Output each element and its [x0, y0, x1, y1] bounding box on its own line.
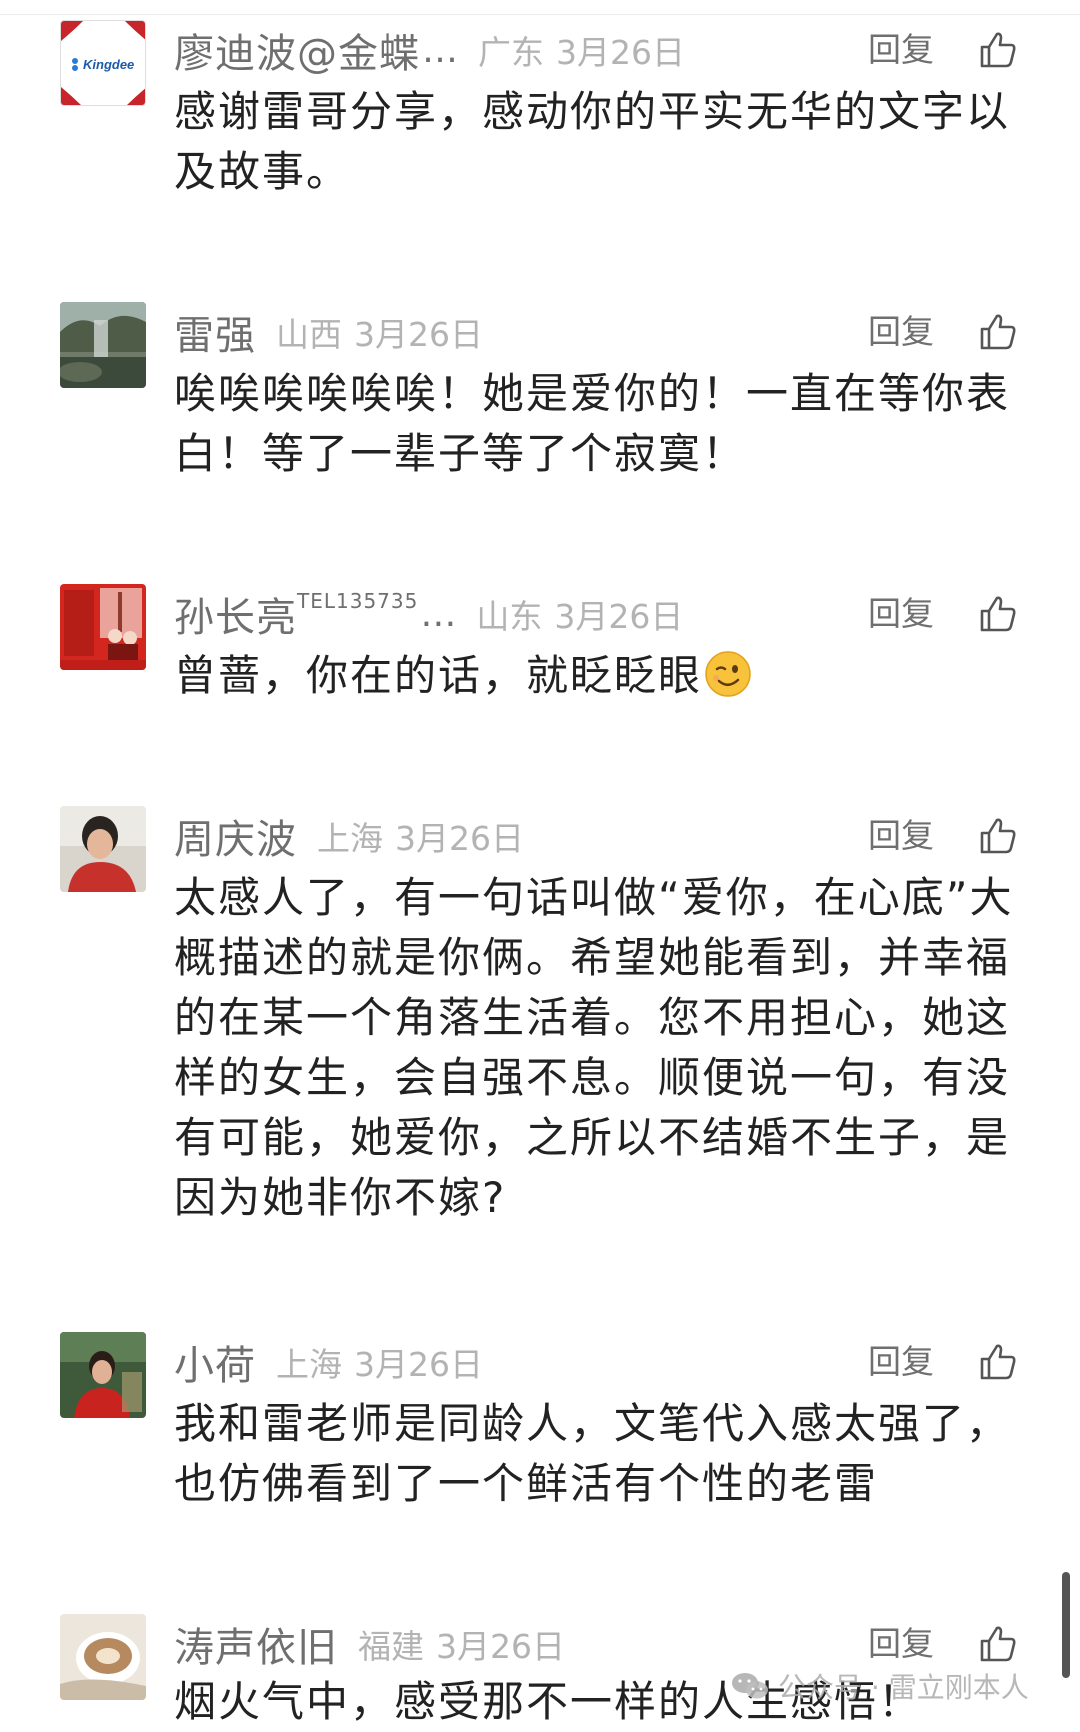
avatar[interactable]	[60, 1614, 146, 1700]
comment-text-content: 曾蔷，你在的话，就眨眨眼	[174, 651, 703, 700]
comment-text: 太感人了，有一句话叫做“爱你，在心底”大概描述的就是你俩。希望她能看到，并幸福的…	[174, 873, 1014, 1222]
thumbs-up-icon[interactable]	[978, 312, 1018, 352]
avatar-text: Kingdee	[83, 57, 134, 72]
reply-button[interactable]: 回复	[868, 806, 934, 866]
comment-meta: 孙长亮TEL135735 … 山东 3月26日	[174, 584, 914, 644]
avatar[interactable]	[60, 584, 146, 670]
scrollbar[interactable]	[1062, 1572, 1070, 1678]
avatar[interactable]: Kingdee	[60, 20, 146, 106]
commenter-name[interactable]: 小荷	[174, 1333, 256, 1391]
location-label: 上海	[317, 819, 383, 858]
reply-button[interactable]: 回复	[868, 20, 934, 80]
top-divider	[0, 0, 1080, 15]
comment-meta: 周庆波 上海 3月26日	[174, 806, 914, 866]
reply-button[interactable]: 回复	[868, 584, 934, 644]
avatar[interactable]	[60, 1332, 146, 1418]
avatar[interactable]	[60, 806, 146, 892]
thumbs-up-icon[interactable]	[978, 1624, 1018, 1664]
kingdee-logo: Kingdee	[61, 21, 145, 105]
comment-text: 我和雷老师是同龄人，文笔代入感太强了，也仿佛看到了一个鲜活有个性的老雷	[174, 1399, 1011, 1508]
date-label: 3月26日	[354, 1345, 483, 1384]
commenter-name[interactable]: 孙长亮TEL135735	[174, 585, 418, 643]
location-label: 福建	[358, 1627, 424, 1666]
location-label: 山东	[476, 597, 543, 636]
red-poster-avatar-image	[60, 584, 146, 670]
comment-text: 唉唉唉唉唉唉！她是爱你的！一直在等你表白！等了一辈子等了个寂寞！	[174, 369, 1011, 478]
location-label: 山西	[276, 315, 342, 354]
commenter-name[interactable]: 廖迪波@金蝶	[174, 21, 420, 79]
location-label: 上海	[276, 1345, 342, 1384]
date-label: 3月26日	[354, 315, 483, 354]
date-label: 3月26日	[556, 33, 685, 72]
coffee-avatar-image	[60, 1614, 146, 1700]
wink-emoji-icon	[705, 651, 751, 697]
comment-meta: 小荷 上海 3月26日	[174, 1332, 914, 1392]
comment-text: 曾蔷，你在的话，就眨眨眼	[174, 646, 1014, 706]
name-superscript: TEL135735	[297, 589, 419, 613]
portrait-avatar-image	[60, 1332, 146, 1418]
landscape-avatar-image	[60, 302, 146, 388]
watermark-text: 公众号 · 雷立刚本人	[778, 1671, 1029, 1704]
date-label: 3月26日	[554, 597, 684, 636]
reply-button[interactable]: 回复	[868, 302, 934, 362]
comment-meta: 廖迪波@金蝶 … 广东 3月26日	[174, 20, 914, 80]
location-label: 广东	[478, 33, 544, 72]
reply-button[interactable]: 回复	[868, 1332, 934, 1392]
commenter-name[interactable]: 周庆波	[174, 807, 297, 865]
portrait-avatar-image	[60, 806, 146, 892]
date-label: 3月26日	[395, 819, 524, 858]
thumbs-up-icon[interactable]	[978, 1342, 1018, 1382]
name-ellipsis: …	[420, 593, 457, 635]
wechat-icon	[732, 1673, 768, 1699]
reply-button[interactable]: 回复	[868, 1614, 934, 1674]
thumbs-up-icon[interactable]	[978, 594, 1018, 634]
commenter-name[interactable]: 雷强	[174, 303, 256, 361]
commenter-name[interactable]: 涛声依旧	[174, 1615, 338, 1673]
comment-meta: 雷强 山西 3月26日	[174, 302, 914, 362]
avatar[interactable]	[60, 302, 146, 388]
thumbs-up-icon[interactable]	[978, 816, 1018, 856]
comment-meta: 涛声依旧 福建 3月26日	[174, 1614, 914, 1674]
name-ellipsis: …	[422, 29, 458, 71]
watermark: 公众号 · 雷立刚本人	[730, 1666, 1029, 1706]
date-label: 3月26日	[436, 1627, 565, 1666]
comment-text: 感谢雷哥分享，感动你的平实无华的文字以及故事。	[174, 87, 1011, 196]
thumbs-up-icon[interactable]	[978, 30, 1018, 70]
